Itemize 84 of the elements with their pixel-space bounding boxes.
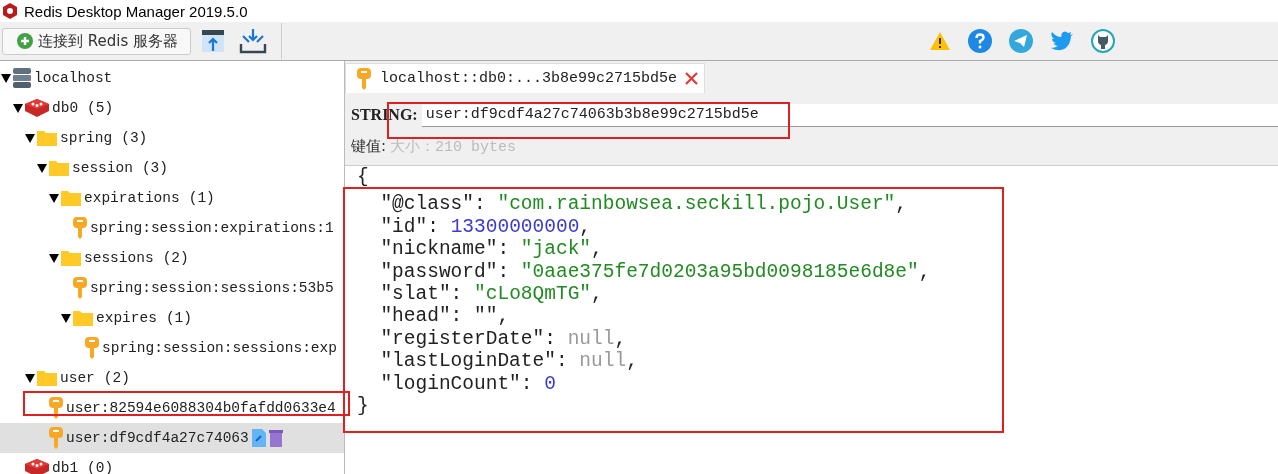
- item-count: (1): [165, 310, 193, 326]
- key-tab[interactable]: localhost::db0:...3b8e99c2715bd5e: [345, 63, 706, 93]
- key-icon: [84, 336, 100, 360]
- tree-row[interactable]: sessions (2): [0, 243, 344, 273]
- code-line: "password": "0aae375fe7d0203a95bd0098185e6d8e",: [379, 260, 931, 284]
- cat-logo-icon[interactable]: [1091, 29, 1116, 53]
- tree-item-label[interactable]: session: [72, 160, 133, 176]
- database-cube-icon: [24, 98, 50, 118]
- tree-row[interactable]: spring:session:sessions:53b5: [0, 273, 344, 303]
- tree-row[interactable]: expires (1): [0, 303, 344, 333]
- tree-item-label[interactable]: expirations: [84, 190, 180, 206]
- help-icon[interactable]: [968, 29, 993, 53]
- copy-icon[interactable]: [250, 428, 267, 448]
- folder-icon: [36, 129, 58, 147]
- connect-server-button[interactable]: 连接到 Redis 服务器: [2, 27, 192, 55]
- tree-item-label[interactable]: user: [60, 370, 95, 386]
- code-line: "id": 13300000000,: [379, 215, 592, 239]
- paper-plane-icon[interactable]: [1009, 29, 1034, 53]
- warning-icon[interactable]: [929, 31, 952, 51]
- tree-item-label[interactable]: spring:session:sessions:exp: [102, 340, 337, 356]
- item-count: (3): [141, 160, 169, 176]
- plus-icon: [17, 33, 33, 49]
- value-editor[interactable]: [345, 165, 1278, 474]
- tree-item-label[interactable]: user:82594e6088304b0fafdd0633e4: [66, 400, 336, 416]
- window-title: Redis Desktop Manager 2019.5.0: [24, 2, 248, 20]
- folder-icon: [60, 249, 82, 267]
- folder-icon: [48, 159, 70, 177]
- expand-arrow-icon[interactable]: [25, 373, 35, 383]
- tree-item-label[interactable]: spring:session:sessions:53b5: [90, 280, 334, 296]
- code-line: {: [357, 166, 369, 189]
- expand-arrow-icon[interactable]: [1, 73, 11, 83]
- tree-item-label[interactable]: spring:session:expirations:1: [90, 220, 334, 236]
- key-icon: [48, 396, 64, 420]
- folder-icon: [36, 369, 58, 387]
- tree-item-label[interactable]: expires: [96, 310, 157, 326]
- item-count: (5): [87, 100, 114, 116]
- tree-row[interactable]: db0 (5): [0, 93, 344, 123]
- tree-row[interactable]: spring:session:sessions:exp: [0, 333, 344, 363]
- expand-arrow-icon[interactable]: [49, 193, 59, 203]
- item-count: (1): [188, 190, 215, 206]
- key-icon: [72, 276, 88, 300]
- code-line: "registerDate": null,: [379, 327, 627, 351]
- tree-row[interactable]: user:df9cdf4a27c74063: [0, 423, 344, 453]
- code-line: "loginCount": 0: [379, 372, 556, 396]
- item-count: (2): [162, 250, 189, 266]
- download-tray-icon[interactable]: [239, 28, 268, 54]
- expand-arrow-icon[interactable]: [61, 313, 71, 323]
- tree-item-label[interactable]: user:df9cdf4a27c74063: [66, 430, 249, 446]
- expand-arrow-icon[interactable]: [37, 163, 47, 173]
- tree-row[interactable]: spring (3): [0, 123, 344, 153]
- key-icon: [72, 216, 88, 240]
- code-line: "slat": "cLo8QmTG",: [379, 283, 603, 306]
- folder-icon: [72, 309, 94, 327]
- code-line: "lastLoginDate": null,: [379, 350, 638, 373]
- item-count: (2): [103, 370, 130, 386]
- trash-icon[interactable]: [268, 428, 283, 448]
- tree-item-label[interactable]: sessions: [84, 250, 154, 266]
- key-name-field[interactable]: user:df9cdf4a27c74063b3b8e99c2715bd5e: [421, 103, 1278, 127]
- expand-arrow-icon[interactable]: [49, 253, 59, 263]
- expand-arrow-icon[interactable]: [13, 103, 23, 113]
- code-line: "nickname": "jack",: [379, 238, 603, 261]
- code-line: }: [357, 395, 369, 418]
- server-icon: [12, 67, 32, 89]
- tree-row[interactable]: localhost: [0, 63, 344, 93]
- tree-row[interactable]: expirations (1): [0, 183, 344, 213]
- tree-row[interactable]: user (2): [0, 363, 344, 393]
- value-label: 键值:: [351, 136, 387, 156]
- folder-icon: [60, 189, 82, 207]
- bird-icon[interactable]: [1050, 31, 1075, 51]
- code-line: "@class": "com.rainbowsea.seckill.pojo.User",: [379, 193, 907, 216]
- tree-row[interactable]: spring:session:expirations:1: [0, 213, 344, 243]
- tree-item-label[interactable]: db0: [52, 100, 79, 116]
- expand-arrow-icon[interactable]: [25, 133, 35, 143]
- tree-item-label[interactable]: spring: [60, 130, 113, 146]
- key-icon: [48, 426, 64, 450]
- code-line: "head": "",: [379, 305, 510, 328]
- item-count: (3): [121, 130, 148, 146]
- tree-row[interactable]: user:82594e6088304b0fafdd0633e4: [0, 393, 344, 423]
- tree-item-label[interactable]: localhost: [34, 70, 113, 86]
- import-window-icon[interactable]: [201, 29, 226, 53]
- tree-item-label[interactable]: db1: [52, 460, 79, 474]
- close-icon[interactable]: [685, 72, 699, 85]
- tree-row[interactable]: session (3): [0, 153, 344, 183]
- key-icon: [356, 66, 372, 91]
